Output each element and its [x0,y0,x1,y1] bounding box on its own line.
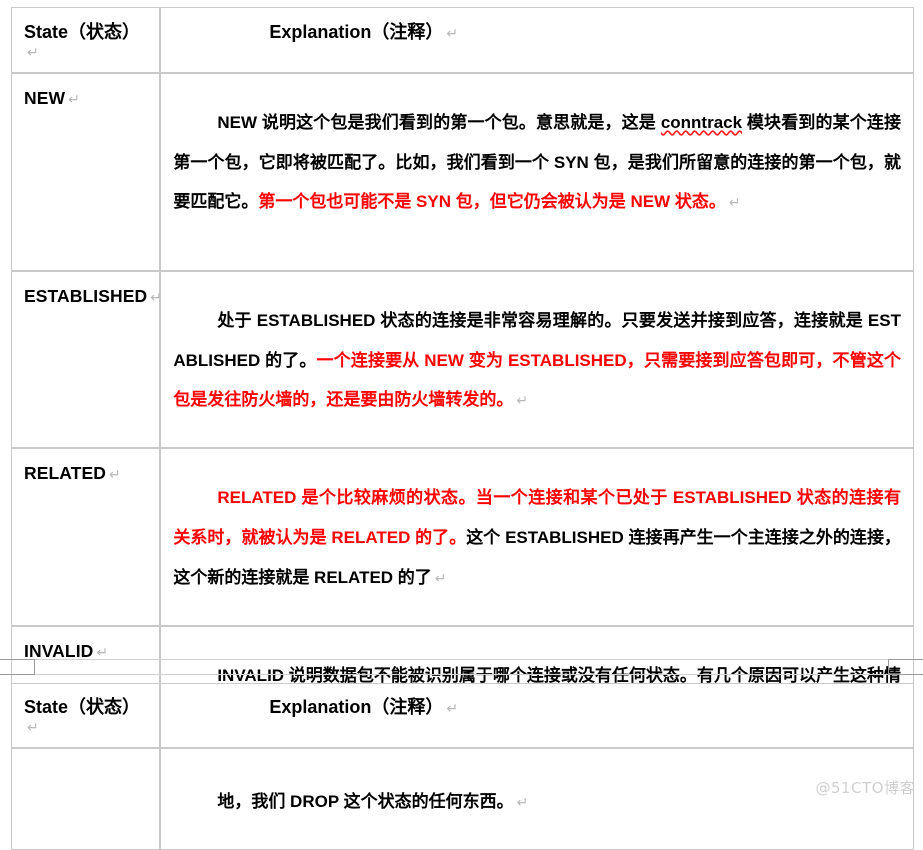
state-cell-empty [11,747,161,850]
table-row: ESTABLISHED ↵ 处于 ESTABLISHED 状态的连接是非常容易理解… [11,270,914,449]
misspelled-word: conntrack [660,112,743,132]
pilcrow-icon: ↵ [27,718,39,735]
table-header-row: State（状态）↵ Explanation（注释） ↵ [11,7,914,73]
table-row: RELATED ↵ RELATED 是个比较麻烦的状态。当一个连接和某个已处于 E… [11,448,914,627]
explanation-text-related: RELATED 是个比较麻烦的状态。当一个连接和某个已处于 ESTABLISHE… [173,488,902,588]
page-break-separator [0,655,923,683]
pilcrow-icon: ↵ [68,90,80,107]
explanation-text-new: NEW 说明这个包是我们看到的第一个包。意思就是，这是 conntrack 模块… [173,112,901,212]
pilcrow-icon: ↵ [109,466,121,483]
explanation-cell-established: 处于 ESTABLISHED 状态的连接是非常容易理解的。只要发送并接到应答，连… [160,270,914,449]
state-label: RELATED [24,463,107,484]
table-row: 地，我们 DROP 这个状态的任何东西。 ↵ [11,747,914,850]
explanation-cell-drop: 地，我们 DROP 这个状态的任何东西。 ↵ [160,747,914,850]
explanation-cell-related: RELATED 是个比较麻烦的状态。当一个连接和某个已处于 ESTABLISHE… [160,448,914,627]
table-header-row: State（状态）↵ Explanation（注释） ↵ [11,683,914,748]
pilcrow-icon: ↵ [27,43,39,60]
explanation-text-established: 处于 ESTABLISHED 状态的连接是非常容易理解的。只要发送并接到应答，连… [173,310,901,410]
header-state-label: State（状态） [24,22,141,42]
page-margin-corner-mark [888,659,923,675]
page-margin-corner-mark [0,659,35,675]
page-break-line [0,674,923,675]
header-state-label: State（状态） [24,697,141,717]
pilcrow-icon: ↵ [728,194,741,211]
connection-states-table-bottom: State（状态）↵ Explanation（注释） ↵ 地，我们 DROP 这… [11,683,914,850]
table-row: NEW ↵ NEW 说明这个包是我们看到的第一个包。意思就是，这是 conntra… [11,72,914,271]
state-cell-related: RELATED ↵ [11,448,161,627]
state-cell-new: NEW ↵ [11,72,161,271]
header-cell-explanation: Explanation（注释） ↵ [160,683,914,748]
pilcrow-icon: ↵ [516,392,529,409]
pilcrow-icon: ↵ [434,570,447,587]
state-cell-established: ESTABLISHED ↵ [11,270,163,449]
pilcrow-icon: ↵ [150,288,163,305]
highlighted-text: 第一个包也可能不是 SYN 包，但它仍会被认为是 NEW 状态。 [258,192,726,212]
site-watermark: @51CTO博客 [815,779,915,797]
explanation-cell-new: NEW 说明这个包是我们看到的第一个包。意思就是，这是 conntrack 模块… [160,72,914,271]
pilcrow-icon: ↵ [446,25,459,41]
document-page: State（状态）↵ Explanation（注释） ↵ NEW ↵ NEW 说… [0,0,923,850]
page-break-line [0,659,923,660]
header-explanation-label: Explanation（注释） [269,22,444,42]
header-cell-state: State（状态）↵ [11,683,161,748]
state-label: NEW [24,87,66,108]
header-cell-state: State（状态）↵ [11,7,161,73]
pilcrow-icon: ↵ [446,700,459,716]
header-explanation-label: Explanation（注释） [269,697,444,717]
state-label: ESTABLISHED [24,285,148,306]
header-cell-explanation: Explanation（注释） ↵ [160,7,914,73]
connection-states-table-top: State（状态）↵ Explanation（注释） ↵ NEW ↵ NEW 说… [11,7,914,765]
